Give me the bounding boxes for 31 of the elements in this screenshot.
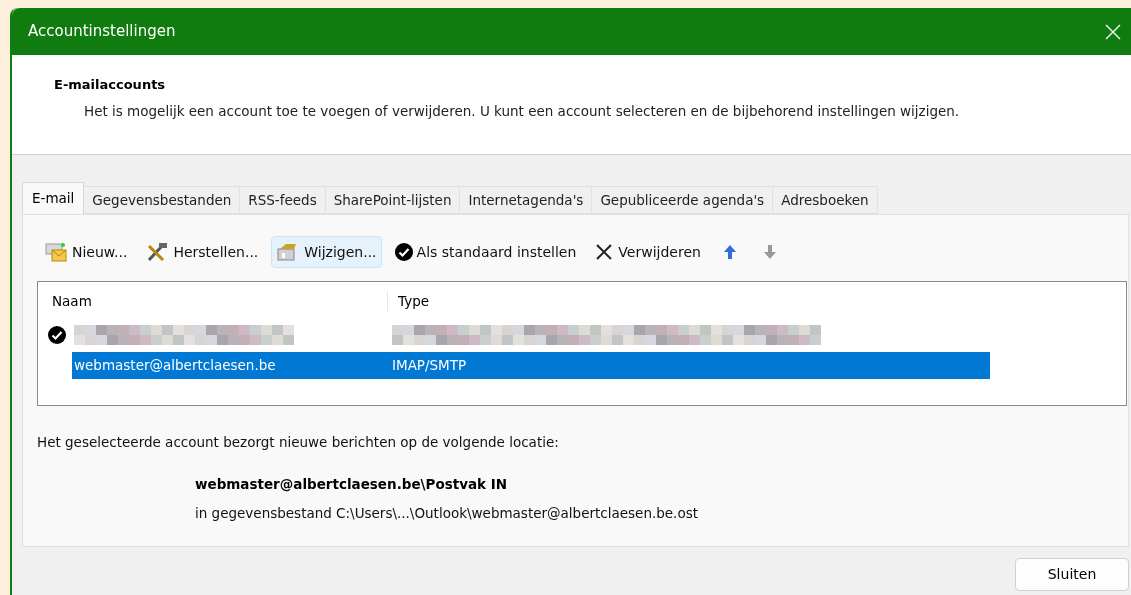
tab[interactable]: RSS-feeds — [240, 186, 326, 214]
account-type: IMAP/SMTP — [392, 355, 467, 375]
column-header: Naam — [38, 290, 388, 312]
description-text: Het is mogelijk een account toe te voegen of verwijderen. U kunt een account selecteren en de bijbehorend instellingen wijzigen. — [83, 101, 961, 121]
arrow-up-icon — [722, 244, 737, 260]
window-title: Accountinstellingen — [28, 21, 176, 43]
toolbar-button[interactable]: Herstellen... — [140, 236, 264, 268]
data-file-path: in gegevensbestand C:\Users\...\Outlook\webmaster@albertclaesen.be.ost — [194, 503, 699, 523]
account-name: webmaster@albertclaesen.be — [73, 355, 277, 375]
close-dialog-button[interactable]: Sluiten — [1015, 558, 1129, 591]
toolbar-button[interactable]: Wijzigen... — [271, 236, 382, 268]
tab[interactable]: Gegevensbestanden — [84, 186, 241, 214]
toolbar-button[interactable]: Verwijderen — [589, 236, 706, 268]
folder-path: webmaster@albertclaesen.be\Postvak IN — [194, 475, 509, 495]
checkmark-icon — [394, 243, 413, 261]
tab[interactable]: Gepubliceerde agenda's — [592, 186, 774, 214]
location-intro: Het geselecteerde account bezorgt nieuwe berichten op de volgende locatie: — [36, 433, 560, 452]
tab[interactable]: Internetagenda's — [460, 186, 593, 214]
close-icon — [594, 242, 615, 262]
toolbar-button[interactable]: Als standaard instellen — [389, 236, 582, 268]
tab[interactable]: Adresboeken — [773, 186, 878, 214]
toolbar-button[interactable]: Nieuw... — [39, 236, 133, 268]
tab[interactable]: SharePoint-lijsten — [325, 186, 461, 214]
close-icon — [1105, 23, 1121, 40]
column-header: Type — [397, 291, 429, 311]
account-row[interactable]: webmaster@albertclaesen.be IMAP/SMTP — [72, 351, 990, 379]
tools-icon — [145, 241, 170, 263]
section-title: E-mailaccounts — [54, 76, 167, 94]
arrow-down-icon — [762, 244, 777, 260]
tab[interactable]: E-mail — [22, 182, 85, 214]
envelope-icon — [44, 241, 68, 263]
